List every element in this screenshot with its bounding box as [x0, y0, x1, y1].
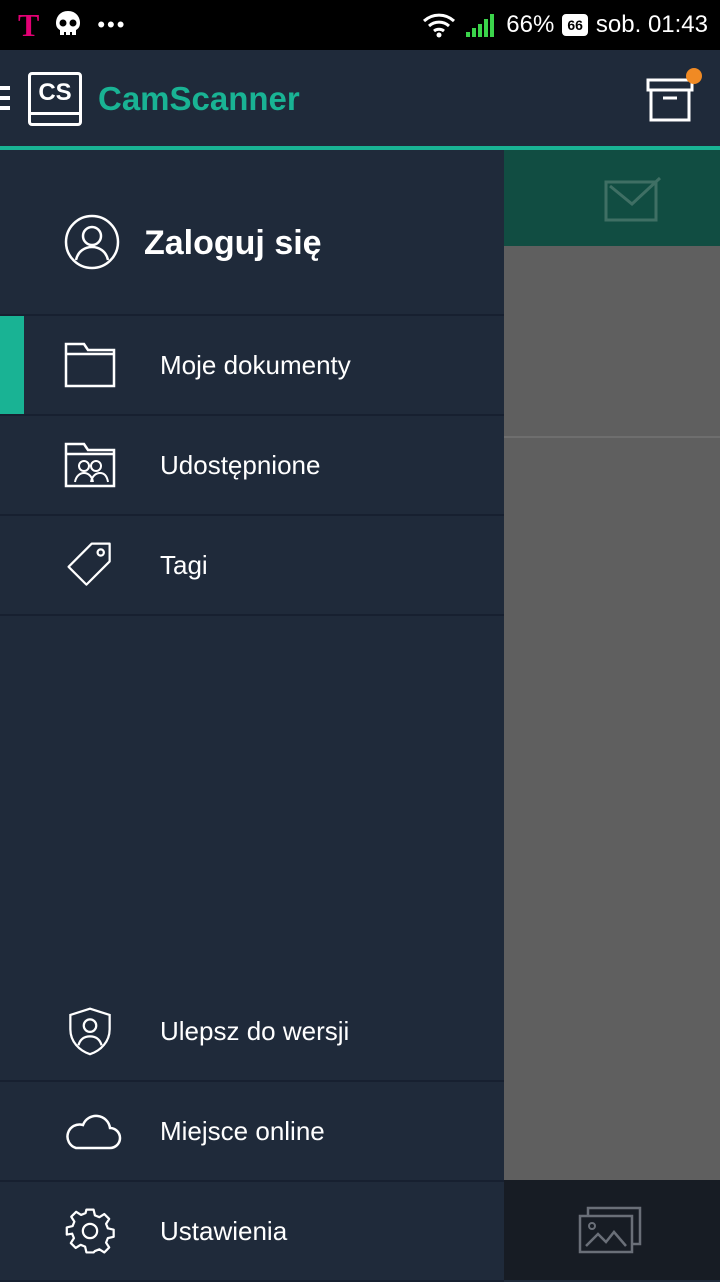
active-indicator — [0, 316, 24, 414]
app-logo: CS — [28, 72, 82, 126]
drawer-item-label: Udostępnione — [160, 450, 321, 480]
login-label: Zaloguj się — [144, 224, 322, 262]
app-header: CS CamScanner — [0, 50, 720, 150]
app-title: CamScanner — [98, 80, 300, 117]
notification-dot — [686, 68, 702, 84]
shield-user-icon — [69, 1007, 111, 1056]
battery-icon: 66 — [562, 14, 588, 36]
drawer-item-upgrade[interactable]: Ulepsz do wersji — [0, 982, 504, 1082]
tag-icon — [67, 542, 111, 586]
status-datetime: sob. 01:43 — [595, 11, 708, 38]
navigation-drawer: Zaloguj się Moje dokumenty Udostępnione … — [0, 150, 504, 1282]
gear-icon — [65, 1208, 115, 1254]
drawer-item-label: Tagi — [160, 550, 208, 580]
battery-percent: 66% — [506, 11, 555, 38]
logo-text: CS — [38, 79, 72, 106]
checkbox-icon[interactable] — [604, 176, 662, 222]
user-icon — [64, 214, 120, 270]
main-content-dimmed[interactable] — [504, 150, 720, 1280]
drawer-item-label: Ustawienia — [160, 1216, 288, 1246]
drawer-item-tags[interactable]: Tagi — [0, 516, 504, 616]
skull-icon — [56, 11, 81, 35]
content-divider — [504, 436, 720, 438]
signal-icon — [466, 14, 495, 37]
carrier-logo: T — [18, 7, 40, 43]
cloud-icon — [66, 1114, 122, 1150]
drawer-item-settings[interactable]: Ustawienia — [0, 1182, 504, 1282]
gallery-icon[interactable] — [578, 1206, 642, 1254]
archive-icon[interactable] — [646, 76, 694, 124]
drawer-item-my-documents[interactable]: Moje dokumenty — [0, 316, 504, 416]
folder-icon — [64, 342, 116, 388]
shared-folder-icon — [64, 442, 116, 488]
wifi-icon — [423, 13, 456, 38]
drawer-item-label: Moje dokumenty — [160, 350, 351, 380]
more-notifications: ••• — [97, 12, 127, 37]
menu-icon[interactable] — [0, 86, 10, 116]
login-row[interactable]: Zaloguj się — [0, 150, 504, 316]
drawer-item-label: Ulepsz do wersji — [160, 1016, 350, 1046]
drawer-item-shared[interactable]: Udostępnione — [0, 416, 504, 516]
drawer-item-online-space[interactable]: Miejsce online — [0, 1082, 504, 1182]
drawer-item-label: Miejsce online — [160, 1116, 325, 1146]
status-bar: T ••• 66% 66 sob. 01:43 — [0, 0, 720, 50]
